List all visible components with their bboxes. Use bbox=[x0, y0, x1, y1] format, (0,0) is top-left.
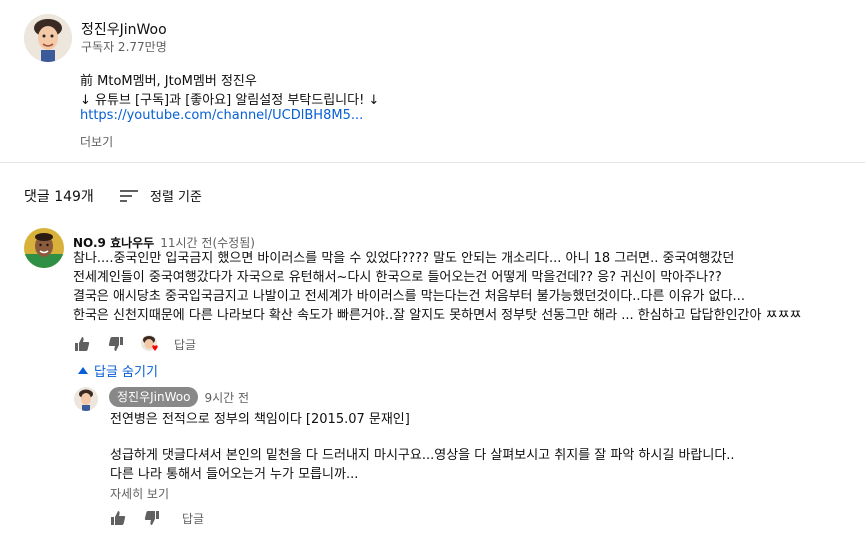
thumbs-down-icon[interactable] bbox=[142, 508, 162, 528]
reply-time[interactable]: 9시간 전 bbox=[204, 389, 249, 406]
channel-description-line-2: ↓ 유튜브 [구독]과 [좋아요] 알림설정 부탁드립니다! ↓ bbox=[80, 93, 380, 108]
thumbs-up-icon[interactable] bbox=[108, 508, 128, 528]
channel-owner-badge[interactable]: 정진우JinWoo bbox=[109, 387, 199, 407]
comment-count: 댓글 149개 bbox=[24, 189, 94, 205]
reply-avatar[interactable] bbox=[74, 387, 98, 411]
reply-button[interactable]: 답글 bbox=[174, 336, 196, 353]
thumbs-up-icon[interactable] bbox=[72, 334, 92, 354]
thumbs-down-icon[interactable] bbox=[106, 334, 126, 354]
subscriber-count: 구독자 2.77만명 bbox=[81, 40, 167, 54]
chevron-up-icon bbox=[78, 363, 88, 378]
comment-text-line-2: 전세계인들이 중국여행갔다가 자국으로 유턴해서~다시 한국으로 들어오는건 어… bbox=[73, 270, 722, 285]
divider bbox=[0, 162, 865, 163]
commenter-avatar[interactable] bbox=[24, 228, 64, 268]
hide-replies-label: 답글 숨기기 bbox=[94, 365, 158, 380]
reply-text-line-2: 성급하게 댓글다셔서 본인의 밑천을 다 드러내지 마시구요...영상을 다 살… bbox=[110, 448, 735, 463]
channel-avatar[interactable] bbox=[24, 14, 72, 62]
sort-label: 정렬 기준 bbox=[150, 190, 202, 205]
creator-heart-icon[interactable] bbox=[140, 334, 162, 354]
reply-button[interactable]: 답글 bbox=[182, 510, 204, 527]
channel-name[interactable]: 정진우JinWoo bbox=[81, 19, 167, 39]
sort-icon bbox=[120, 189, 138, 202]
comment-text-line-1: 참나....중국인만 입국금지 했으면 바이러스를 막을 수 있었다???? 말… bbox=[73, 251, 735, 266]
read-more-button[interactable]: 자세히 보기 bbox=[110, 485, 169, 502]
show-more-button[interactable]: 더보기 bbox=[80, 133, 113, 150]
hide-replies-button[interactable]: 답글 숨기기 bbox=[78, 361, 158, 380]
reply-text-line-1: 전연병은 전적으로 정부의 책임이다 [2015.07 문재인] bbox=[110, 412, 410, 427]
comment-text-line-3: 결국은 애시당초 중국입국금지고 나발이고 전세계가 바이러스를 막는다는건 처… bbox=[73, 289, 745, 304]
channel-description-line-1: 前 MtoM멤버, JtoM멤버 정진우 bbox=[80, 74, 257, 89]
comment-text-line-4: 한국은 신천지때문에 다른 나라보다 확산 속도가 빠른거야..잘 알지도 못하… bbox=[73, 308, 802, 323]
reply-text-line-3: 다른 나라 통해서 들어오는거 누가 모릅니까... bbox=[110, 467, 359, 482]
channel-link[interactable]: https://youtube.com/channel/UCDlBH8M5... bbox=[80, 108, 363, 123]
sort-button[interactable]: 정렬 기준 bbox=[120, 186, 202, 205]
